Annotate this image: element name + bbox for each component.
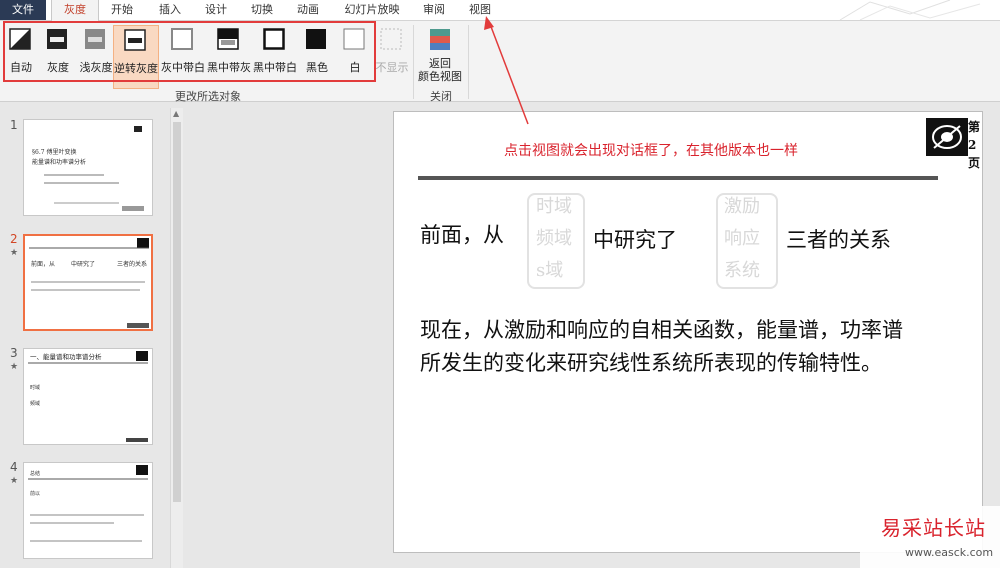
svg-text:频域: 频域 [30, 400, 40, 407]
ghost-item: 响应 [724, 228, 760, 249]
logo-icon [926, 118, 968, 156]
animation-star-icon: ★ [10, 362, 19, 372]
page-number-tag: 第 2 页 [968, 118, 980, 172]
thumbnail-number: 1 [10, 118, 18, 132]
back-label-line1: 返回 [429, 57, 451, 70]
ghost-item: 频域 [536, 228, 572, 249]
animation-star-icon: ★ [10, 248, 19, 258]
slide-text-prefix: 前面，从 [420, 223, 504, 247]
ghost-domain-list: 时域 频域 s域 [536, 191, 572, 287]
slide-paragraph-line1: 现在，从激励和响应的自相关函数，能量谱，功率谱 [420, 318, 903, 342]
slide-thumbnail-content: 一、能量谱和功率谱分析 时域 频域 [28, 351, 148, 442]
page-tag-char: 第 [968, 120, 981, 134]
ghost-item: 激励 [724, 196, 760, 217]
watermark-title: 易采站长站 [881, 516, 986, 540]
slide-paragraph-line2: 所发生的变化来研究线性系统所表现的传输特性。 [420, 351, 882, 375]
decorative-pattern-icon [839, 0, 981, 20]
ribbon-group-separator-2 [468, 25, 469, 99]
ghost-item: 时域 [536, 196, 572, 217]
watermark-url: www.easck.com [905, 546, 994, 559]
thumbnail-number: 3 [10, 346, 18, 360]
svg-text:前面，从: 前面，从 [31, 260, 55, 268]
back-to-color-view-button[interactable]: 返回 颜色视图 [416, 25, 464, 89]
slide-thumbnail-4[interactable]: 总结 前以 [23, 462, 153, 559]
slide-header-rule [418, 176, 938, 180]
svg-text:能量谱和功率谱分析: 能量谱和功率谱分析 [32, 158, 86, 166]
tab-slideshow[interactable]: 幻灯片放映 [340, 0, 404, 20]
scroll-up-icon[interactable]: ▲ [173, 109, 179, 118]
thumbnail-number: 4 [10, 460, 18, 474]
tab-transitions[interactable]: 切换 [244, 0, 280, 20]
back-to-color-view-label: 返回 颜色视图 [416, 57, 464, 83]
tab-review[interactable]: 审阅 [418, 0, 450, 20]
slide-thumbnail-2[interactable]: 前面，从 中研究了 三者的关系 [23, 234, 153, 331]
slide-thumbnail-content: 前面，从 中研究了 三者的关系 [29, 238, 149, 328]
slide-text-suffix: 三者的关系 [786, 228, 891, 252]
tab-view[interactable]: 视图 [464, 0, 496, 20]
scrollbar-thumb[interactable] [173, 122, 181, 502]
slide-thumbnail-content: 总结 前以 [28, 465, 148, 542]
thumbnail-number-selected: 2 [10, 232, 18, 246]
dont-show-button[interactable]: 不显示 [374, 25, 410, 89]
dont-show-label: 不显示 [375, 61, 409, 74]
tab-design[interactable]: 设计 [198, 0, 234, 20]
ghost-item: s域 [536, 260, 564, 281]
svg-text:§6.7 傅里叶变换: §6.7 傅里叶变换 [32, 148, 76, 156]
svg-text:中研究了: 中研究了 [71, 260, 95, 268]
tab-file[interactable]: 文件 [0, 0, 46, 20]
page-tag-char: 2 [968, 138, 977, 152]
tab-animations[interactable]: 动画 [290, 0, 326, 20]
ribbon-group-separator [413, 25, 414, 99]
slide-thumbnail-content: §6.7 傅里叶变换 能量谱和功率谱分析 [32, 126, 144, 211]
slide-thumbnail-1[interactable]: §6.7 傅里叶变换 能量谱和功率谱分析 [23, 119, 153, 216]
dont-show-icon [380, 28, 402, 50]
back-label-line2: 颜色视图 [418, 70, 462, 83]
ghost-item: 系统 [724, 260, 760, 281]
svg-text:三者的关系: 三者的关系 [117, 260, 147, 268]
svg-text:前以: 前以 [30, 490, 40, 497]
ribbon-tab-bar: 文件 灰度 开始 插入 设计 切换 动画 幻灯片放映 审阅 视图 [0, 0, 1000, 21]
svg-text:时域: 时域 [30, 384, 40, 391]
slide-thumbnail-3[interactable]: 一、能量谱和功率谱分析 时域 频域 [23, 348, 153, 445]
back-to-color-view-icon [430, 29, 450, 50]
svg-text:总结: 总结 [30, 470, 40, 477]
svg-text:一、能量谱和功率谱分析: 一、能量谱和功率谱分析 [30, 352, 102, 361]
page-tag-char: 页 [968, 156, 981, 170]
instruction-annotation: 点击视图就会出现对话框了，在其他版本也一样 [504, 143, 798, 159]
animation-star-icon: ★ [10, 476, 19, 486]
slide-text-middle: 中研究了 [593, 228, 677, 252]
tab-home[interactable]: 开始 [104, 0, 140, 20]
tab-grayscale[interactable]: 灰度 [51, 0, 99, 21]
thumbnail-scrollbar[interactable]: ▲ [170, 108, 183, 568]
ghost-signal-list: 激励 响应 系统 [724, 191, 760, 287]
highlight-box [3, 21, 376, 82]
tab-insert[interactable]: 插入 [152, 0, 188, 20]
